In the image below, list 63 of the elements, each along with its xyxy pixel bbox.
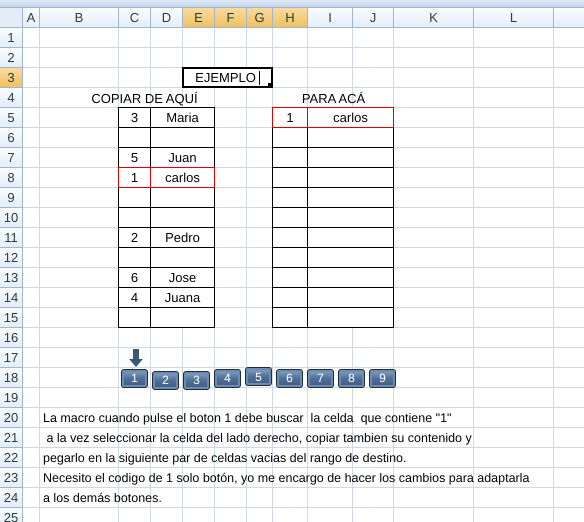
row-header[interactable]: 17 bbox=[0, 348, 23, 368]
table-cell: carlos bbox=[150, 167, 215, 188]
number-button[interactable]: 4 bbox=[214, 368, 241, 388]
number-button[interactable]: 6 bbox=[276, 368, 303, 388]
row-header[interactable]: 4 bbox=[0, 88, 23, 108]
table-cell: 1 bbox=[118, 167, 151, 188]
row-header[interactable]: 7 bbox=[0, 148, 23, 168]
table-heading: PARA ACÁ bbox=[300, 90, 366, 108]
row-header[interactable]: 22 bbox=[0, 448, 23, 468]
table-cell: carlos bbox=[307, 107, 394, 128]
row-header[interactable]: 2 bbox=[0, 48, 23, 68]
number-button[interactable]: 2 bbox=[152, 370, 179, 390]
table-cell: Maria bbox=[150, 107, 215, 128]
column-header[interactable]: J bbox=[353, 8, 394, 28]
row-header[interactable]: 9 bbox=[0, 188, 23, 208]
row-header[interactable]: 14 bbox=[0, 288, 23, 308]
row-header[interactable]: 11 bbox=[0, 228, 23, 248]
column-header[interactable] bbox=[554, 8, 584, 28]
number-button[interactable]: 5 bbox=[245, 367, 272, 386]
row-header[interactable]: 24 bbox=[0, 488, 23, 508]
row-header[interactable]: 8 bbox=[0, 168, 23, 188]
table-cell: 1 bbox=[272, 107, 308, 128]
row-header[interactable]: 1 bbox=[0, 28, 23, 48]
column-header[interactable]: F bbox=[215, 8, 247, 28]
row-header[interactable]: 21 bbox=[0, 428, 23, 448]
column-header[interactable]: K bbox=[394, 8, 474, 28]
row-header[interactable]: 10 bbox=[0, 208, 23, 228]
row-header[interactable]: 16 bbox=[0, 328, 23, 348]
row-header[interactable]: 15 bbox=[0, 308, 23, 328]
number-button[interactable]: 3 bbox=[183, 370, 210, 390]
row-header[interactable]: 5 bbox=[0, 108, 23, 128]
table-heading: COPIAR DE AQUÍ bbox=[90, 90, 199, 108]
note-text: pegarlo en la siguiente par de celdas vacias del rango de destino. bbox=[42, 451, 408, 465]
column-header[interactable]: A bbox=[23, 8, 40, 28]
column-header[interactable]: E bbox=[183, 8, 215, 28]
column-header[interactable]: G bbox=[247, 8, 273, 28]
row-header[interactable]: 18 bbox=[0, 368, 23, 388]
number-button[interactable]: 9 bbox=[369, 368, 396, 388]
table-cell: 3 bbox=[118, 107, 151, 128]
down-arrow-icon bbox=[129, 349, 143, 367]
column-header[interactable]: D bbox=[151, 8, 183, 28]
row-header[interactable]: 19 bbox=[0, 388, 23, 408]
note-text: a la vez seleccionar la celda del lado derecho, copiar tambien su contenido y bbox=[45, 431, 473, 445]
note-text: a los demás botones. bbox=[42, 491, 163, 505]
number-button[interactable]: 8 bbox=[338, 368, 365, 388]
column-header[interactable]: B bbox=[40, 8, 119, 28]
row-header[interactable]: 23 bbox=[0, 468, 23, 488]
select-all-corner[interactable] bbox=[0, 8, 23, 28]
active-cell[interactable]: EJEMPLO bbox=[182, 67, 273, 88]
column-header[interactable]: L bbox=[474, 8, 554, 28]
row-header[interactable]: 13 bbox=[0, 268, 23, 288]
row-header[interactable]: 25 bbox=[0, 508, 23, 522]
column-header[interactable]: H bbox=[273, 8, 308, 28]
note-text: La macro cuando pulse el boton 1 debe buscar la celda que contiene "1" bbox=[42, 411, 452, 425]
row-header[interactable]: 6 bbox=[0, 128, 23, 148]
row-header[interactable]: 12 bbox=[0, 248, 23, 268]
column-header[interactable]: C bbox=[119, 8, 151, 28]
row-header[interactable]: 20 bbox=[0, 408, 23, 428]
column-header[interactable]: I bbox=[308, 8, 353, 28]
number-button[interactable]: 1 bbox=[121, 368, 148, 388]
number-button[interactable]: 7 bbox=[307, 368, 334, 388]
note-text: Necesito el codigo de 1 solo botón, yo me encargo de hacer los cambios para adaptarla bbox=[42, 471, 530, 485]
row-header[interactable]: 3 bbox=[0, 68, 23, 88]
